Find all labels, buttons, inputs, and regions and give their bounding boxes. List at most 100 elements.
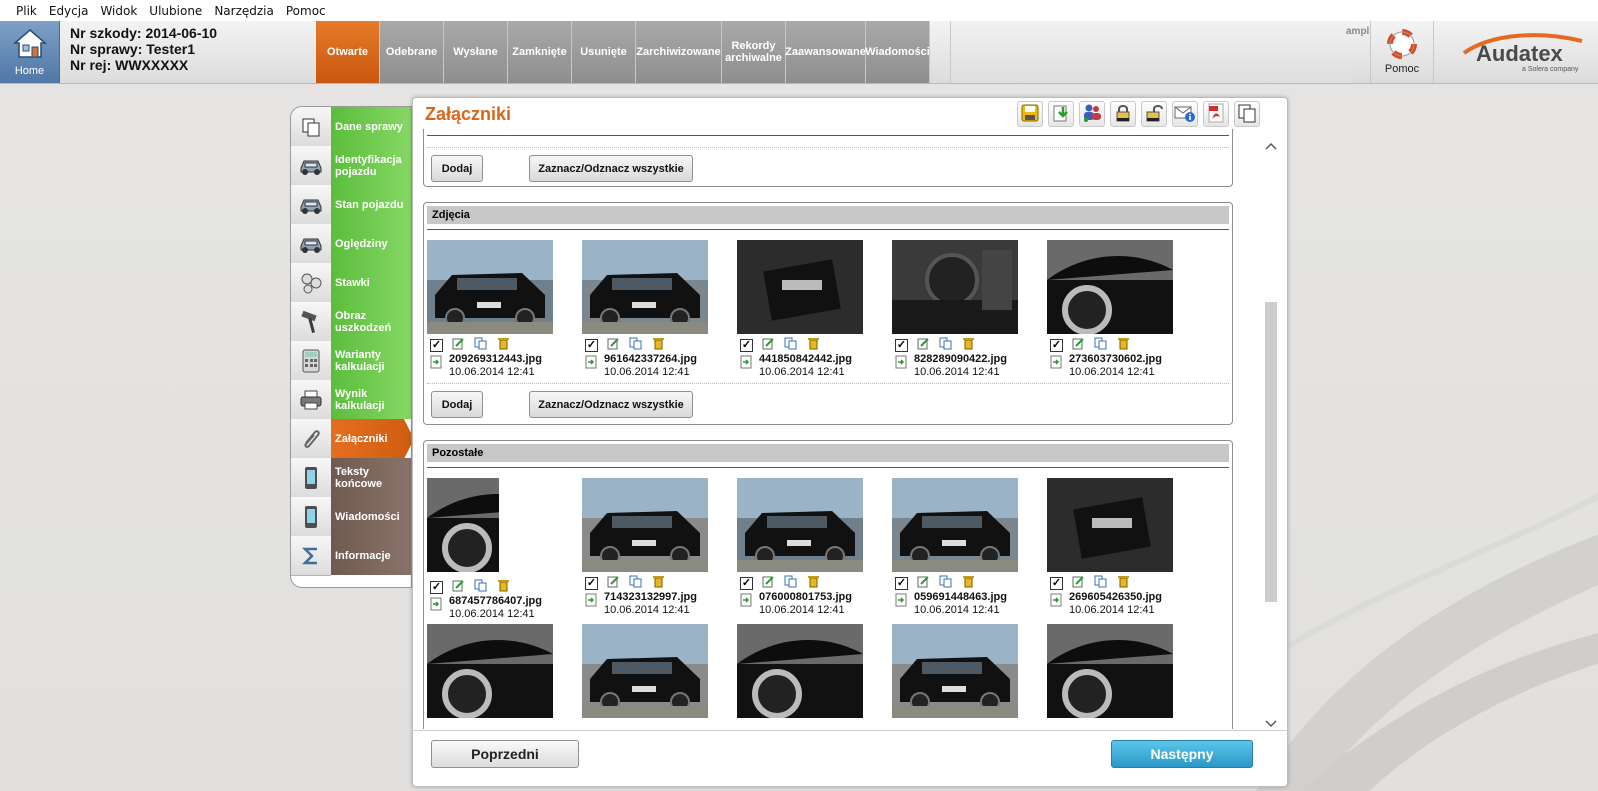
trash-icon[interactable] — [497, 579, 510, 592]
attachment-thumbnail[interactable] — [427, 624, 553, 718]
trash-icon[interactable] — [652, 337, 665, 350]
trash-icon[interactable] — [1117, 337, 1130, 350]
attachment-thumbnail[interactable] — [737, 240, 863, 334]
edit-icon[interactable] — [452, 337, 465, 350]
pdf-button[interactable] — [1203, 101, 1229, 127]
copy-icon[interactable] — [784, 337, 797, 350]
toggle-all-documents-button[interactable]: Zaznacz/Odznacz wszystkie — [529, 155, 693, 182]
scrollbar-thumb[interactable] — [1265, 302, 1277, 602]
nav-item[interactable]: Informacje — [291, 536, 411, 576]
nav-item[interactable]: Identyfikacja pojazdu — [291, 146, 411, 186]
scroll-up-icon[interactable] — [1263, 140, 1279, 152]
home-button[interactable]: Home — [0, 21, 60, 83]
attachment-checkbox[interactable]: ✓ — [895, 577, 908, 590]
attachment-checkbox[interactable]: ✓ — [740, 577, 753, 590]
nav-item[interactable]: Załączniki — [291, 419, 411, 459]
nav-item[interactable]: Dane sprawy — [291, 107, 411, 147]
scroll-down-icon[interactable] — [1263, 718, 1279, 730]
copy-button[interactable] — [1234, 101, 1260, 127]
copy-icon[interactable] — [629, 575, 642, 588]
next-button[interactable]: Następny — [1111, 740, 1253, 768]
copy-icon[interactable] — [939, 575, 952, 588]
mail-info-button[interactable] — [1172, 101, 1198, 127]
attachment-filename[interactable]: 059691448463.jpg — [914, 591, 1007, 603]
edit-icon[interactable] — [917, 337, 930, 350]
copy-icon[interactable] — [474, 579, 487, 592]
attachment-thumbnail[interactable] — [737, 478, 863, 572]
attachment-thumbnail[interactable] — [737, 624, 863, 718]
save-button[interactable] — [1017, 101, 1043, 127]
nav-item[interactable]: Warianty kalkulacji — [291, 341, 411, 381]
menu-help[interactable]: Pomoc — [286, 4, 326, 18]
file-icon[interactable] — [430, 355, 442, 369]
tab-otwarte[interactable]: Otwarte — [316, 21, 380, 83]
attachment-checkbox[interactable]: ✓ — [1050, 339, 1063, 352]
attachment-thumbnail[interactable] — [582, 478, 708, 572]
nav-item[interactable]: Teksty końcowe — [291, 458, 411, 498]
toggle-all-photos-button[interactable]: Zaznacz/Odznacz wszystkie — [529, 391, 693, 418]
trash-icon[interactable] — [652, 575, 665, 588]
tab-usuniete[interactable]: Usunięte — [572, 21, 636, 83]
file-icon[interactable] — [585, 593, 597, 607]
nav-item[interactable]: Wynik kalkulacji — [291, 380, 411, 420]
file-icon[interactable] — [585, 355, 597, 369]
trash-icon[interactable] — [807, 575, 820, 588]
attachment-thumbnail[interactable] — [892, 624, 1018, 718]
file-icon[interactable] — [430, 597, 442, 611]
menu-file[interactable]: Plik — [16, 4, 37, 18]
edit-icon[interactable] — [607, 337, 620, 350]
edit-icon[interactable] — [762, 575, 775, 588]
copy-icon[interactable] — [939, 337, 952, 350]
attachment-checkbox[interactable]: ✓ — [430, 581, 443, 594]
attachment-thumbnail[interactable] — [582, 624, 708, 718]
attachment-filename[interactable]: 961642337264.jpg — [604, 353, 697, 365]
file-icon[interactable] — [895, 355, 907, 369]
tab-odebrane[interactable]: Odebrane — [380, 21, 444, 83]
attachment-checkbox[interactable]: ✓ — [585, 577, 598, 590]
trash-icon[interactable] — [1117, 575, 1130, 588]
attachment-filename[interactable]: 828289090422.jpg — [914, 353, 1007, 365]
attachment-thumbnail[interactable] — [892, 240, 1018, 334]
attachment-filename[interactable]: 714323132997.jpg — [604, 591, 697, 603]
tab-zarchiwizowane[interactable]: Zarchiwizowane — [636, 21, 722, 83]
copy-icon[interactable] — [784, 575, 797, 588]
nav-item[interactable]: Oględziny — [291, 224, 411, 264]
edit-icon[interactable] — [607, 575, 620, 588]
menu-view[interactable]: Widok — [100, 4, 137, 18]
edit-icon[interactable] — [452, 579, 465, 592]
file-icon[interactable] — [895, 593, 907, 607]
attachment-filename[interactable]: 273603730602.jpg — [1069, 353, 1162, 365]
add-users-button[interactable] — [1079, 101, 1105, 127]
attachment-filename[interactable]: 076000801753.jpg — [759, 591, 852, 603]
attachment-filename[interactable]: 269605426350.jpg — [1069, 591, 1162, 603]
file-icon[interactable] — [740, 593, 752, 607]
copy-icon[interactable] — [629, 337, 642, 350]
nav-item[interactable]: Stan pojazdu — [291, 185, 411, 225]
trash-icon[interactable] — [807, 337, 820, 350]
help-button[interactable]: Pomoc — [1370, 21, 1434, 83]
tab-zaawansowane[interactable]: Zaawansowane — [785, 21, 866, 83]
trash-icon[interactable] — [497, 337, 510, 350]
add-photo-button[interactable]: Dodaj — [431, 391, 483, 418]
nav-item[interactable]: Stawki — [291, 263, 411, 303]
attachment-checkbox[interactable]: ✓ — [895, 339, 908, 352]
copy-icon[interactable] — [474, 337, 487, 350]
vertical-scrollbar[interactable] — [1263, 140, 1279, 730]
attachment-filename[interactable]: 209269312443.jpg — [449, 353, 542, 365]
trash-icon[interactable] — [962, 337, 975, 350]
attachment-checkbox[interactable]: ✓ — [740, 339, 753, 352]
unlock-button[interactable] — [1141, 101, 1167, 127]
attachment-checkbox[interactable]: ✓ — [585, 339, 598, 352]
tab-zamkniete[interactable]: Zamknięte — [508, 21, 572, 83]
edit-icon[interactable] — [1072, 575, 1085, 588]
add-document-button[interactable]: Dodaj — [431, 155, 483, 182]
menu-edit[interactable]: Edycja — [49, 4, 89, 18]
attachment-thumbnail[interactable] — [892, 478, 1018, 572]
nav-item[interactable]: Wiadomości — [291, 497, 411, 537]
attachment-thumbnail[interactable] — [1047, 624, 1173, 718]
file-icon[interactable] — [1050, 355, 1062, 369]
lock-button[interactable] — [1110, 101, 1136, 127]
attachments-scroll[interactable]: Dodaj Zaznacz/Odznacz wszystkie Zdjęcia … — [423, 129, 1261, 729]
attachment-filename[interactable]: 441850842442.jpg — [759, 353, 852, 365]
download-button[interactable] — [1048, 101, 1074, 127]
